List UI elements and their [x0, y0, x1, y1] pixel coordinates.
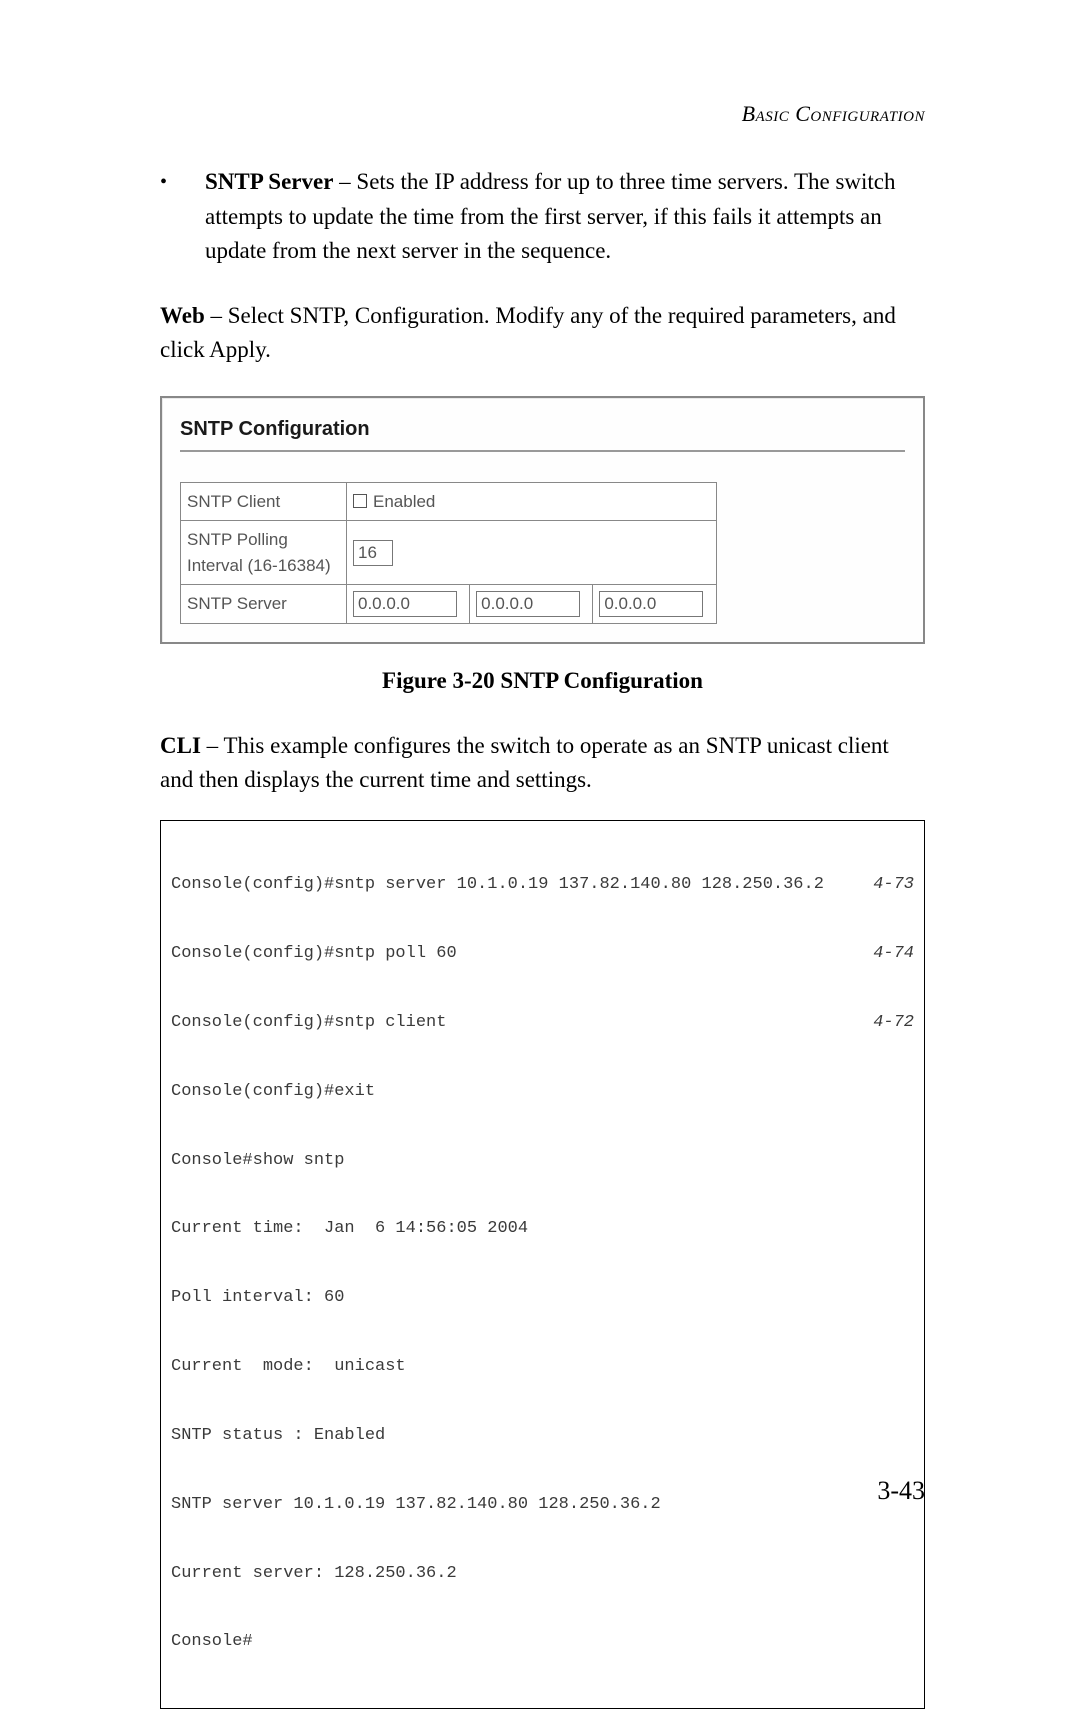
cli-cmd: Console(config)#sntp client — [171, 1012, 446, 1035]
cli-cmd: Console#show sntp — [171, 1150, 344, 1173]
cli-ref: 4-74 — [853, 943, 914, 966]
cli-line: Console(config)#sntp client 4-72 — [171, 1012, 914, 1035]
cli-lead: CLI — [160, 733, 201, 758]
cli-line: Console# — [171, 1631, 914, 1654]
cli-cmd: Console(config)#sntp poll 60 — [171, 943, 457, 966]
cli-ref: 4-72 — [853, 1012, 914, 1035]
bullet-text: SNTP Server – Sets the IP address for up… — [205, 165, 925, 269]
cli-line: Current server: 128.250.36.2 — [171, 1563, 914, 1586]
sntp-server-row: SNTP Server — [181, 585, 717, 624]
cli-instructions: CLI – This example configures the switch… — [160, 729, 925, 798]
screenshot-panel: SNTP Configuration SNTP Client Enabled S… — [160, 396, 925, 645]
sntp-client-checkbox[interactable] — [353, 494, 367, 508]
cli-cmd: Poll interval: 60 — [171, 1287, 344, 1310]
cli-line: SNTP status : Enabled — [171, 1425, 914, 1448]
sntp-client-checkbox-wrap: Enabled — [353, 489, 710, 515]
page-content: • SNTP Server – Sets the IP address for … — [160, 165, 925, 1709]
sntp-server-input-2[interactable] — [476, 591, 580, 617]
web-lead: Web — [160, 303, 205, 328]
bullet-item: • SNTP Server – Sets the IP address for … — [160, 165, 925, 269]
sntp-polling-input[interactable] — [353, 540, 393, 566]
cli-ref: 4-73 — [853, 874, 914, 897]
sntp-polling-cell — [347, 521, 717, 585]
cli-cmd: Console(config)#sntp server 10.1.0.19 13… — [171, 874, 824, 897]
cli-text: – This example configures the switch to … — [160, 733, 889, 793]
sntp-client-label: SNTP Client — [181, 482, 347, 521]
sntp-polling-row: SNTP Polling Interval (16-16384) — [181, 521, 717, 585]
cli-cmd: Current server: 128.250.36.2 — [171, 1563, 457, 1586]
sntp-server-cell-1 — [347, 585, 470, 624]
cli-line: Current time: Jan 6 14:56:05 2004 — [171, 1218, 914, 1241]
page-header-section: Basic Configuration — [742, 97, 925, 130]
bullet-term: SNTP Server — [205, 169, 333, 194]
cli-output-box: Console(config)#sntp server 10.1.0.19 13… — [160, 820, 925, 1709]
web-instructions: Web – Select SNTP, Configuration. Modify… — [160, 299, 925, 368]
sntp-polling-label: SNTP Polling Interval (16-16384) — [181, 521, 347, 585]
figure-caption: Figure 3-20 SNTP Configuration — [160, 664, 925, 699]
cli-line: Current mode: unicast — [171, 1356, 914, 1379]
cli-line: Console(config)#sntp server 10.1.0.19 13… — [171, 874, 914, 897]
cli-line: Console#show sntp — [171, 1150, 914, 1173]
cli-cmd: Current time: Jan 6 14:56:05 2004 — [171, 1218, 528, 1241]
sntp-client-cell: Enabled — [347, 482, 717, 521]
sntp-client-row: SNTP Client Enabled — [181, 482, 717, 521]
cli-cmd: Console# — [171, 1631, 253, 1654]
cli-cmd: Current mode: unicast — [171, 1356, 406, 1379]
cli-line: SNTP server 10.1.0.19 137.82.140.80 128.… — [171, 1494, 914, 1517]
screenshot-title: SNTP Configuration — [180, 414, 905, 452]
sntp-server-cell-3 — [593, 585, 716, 624]
bullet-marker: • — [160, 165, 205, 269]
cli-cmd: SNTP server 10.1.0.19 137.82.140.80 128.… — [171, 1494, 661, 1517]
cli-line: Poll interval: 60 — [171, 1287, 914, 1310]
sntp-form-table: SNTP Client Enabled SNTP Polling Interva… — [180, 482, 717, 625]
sntp-server-input-3[interactable] — [599, 591, 703, 617]
cli-cmd: SNTP status : Enabled — [171, 1425, 385, 1448]
sntp-server-label: SNTP Server — [181, 585, 347, 624]
sntp-server-cell-2 — [470, 585, 593, 624]
sntp-server-input-1[interactable] — [353, 591, 457, 617]
sntp-client-checkbox-label: Enabled — [373, 489, 435, 515]
cli-line: Console(config)#sntp poll 60 4-74 — [171, 943, 914, 966]
web-text: – Select SNTP, Configuration. Modify any… — [160, 303, 896, 363]
cli-line: Console(config)#exit — [171, 1081, 914, 1104]
page-number: 3-43 — [877, 1471, 925, 1510]
cli-cmd: Console(config)#exit — [171, 1081, 375, 1104]
